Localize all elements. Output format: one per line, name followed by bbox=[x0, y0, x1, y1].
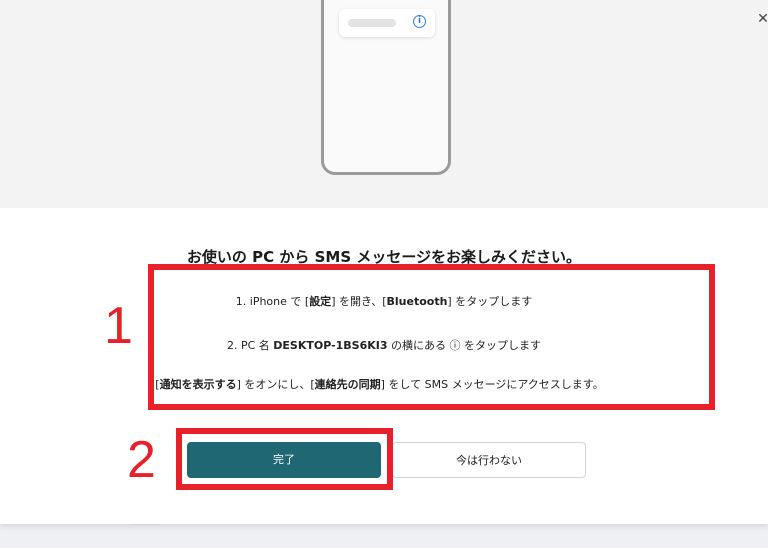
annotation-label-2: 2 bbox=[127, 431, 156, 489]
dialog-hero: i bbox=[0, 0, 768, 208]
annotation-label-1: 1 bbox=[104, 297, 133, 355]
highlight-box-instructions bbox=[148, 264, 715, 410]
phone-illustration: i bbox=[321, 0, 451, 175]
info-icon: i bbox=[413, 15, 426, 28]
not-now-button[interactable]: 今は行わない bbox=[392, 442, 586, 478]
phone-notification-card: i bbox=[339, 9, 435, 37]
close-button[interactable]: ✕ bbox=[754, 10, 768, 28]
background-footer bbox=[0, 525, 768, 548]
phone-card-text-bar bbox=[348, 19, 396, 27]
highlight-box-done-button bbox=[176, 428, 393, 490]
